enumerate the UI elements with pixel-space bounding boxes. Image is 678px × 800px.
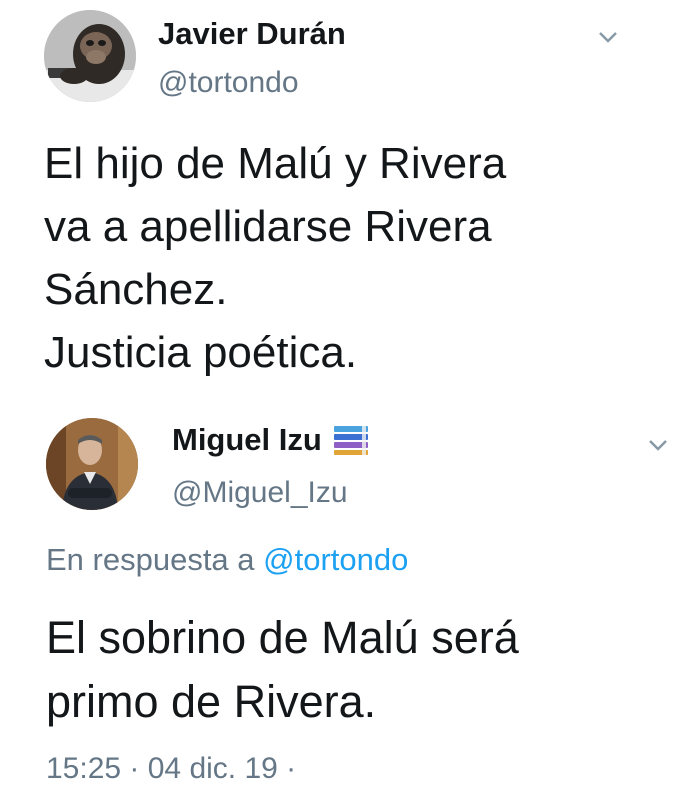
avatar-javier-duran[interactable] bbox=[44, 10, 136, 102]
man-portrait-avatar-icon bbox=[46, 418, 138, 510]
chevron-down-icon[interactable] bbox=[598, 30, 618, 44]
tweet-text: El sobrino de Malú será primo de Rivera. bbox=[46, 606, 519, 734]
reply-prefix: En respuesta a bbox=[46, 542, 255, 577]
author-name[interactable]: Miguel Izu bbox=[172, 422, 370, 458]
author-name[interactable]: Javier Durán bbox=[158, 16, 346, 52]
reply-context: En respuesta a @tortondo bbox=[46, 542, 408, 578]
tweet-text-line: Sánchez. bbox=[44, 265, 228, 314]
tweet-text-line: El sobrino de Malú será bbox=[46, 612, 519, 663]
author-handle[interactable]: @Miguel_Izu bbox=[172, 476, 348, 510]
tweet-text: El hijo de Malú y Rivera va a apellidars… bbox=[44, 132, 506, 384]
tweet-text-line: primo de Rivera. bbox=[46, 676, 377, 727]
author-handle[interactable]: @tortondo bbox=[158, 66, 299, 100]
tweet-timestamp[interactable]: 15:25 · 04 dic. 19 · bbox=[46, 752, 296, 786]
avatar-miguel-izu[interactable] bbox=[46, 418, 138, 510]
chimpanzee-avatar-icon bbox=[44, 10, 136, 102]
tweet-text-line: El hijo de Malú y Rivera bbox=[44, 139, 507, 188]
tweet-reply: Miguel Izu @Miguel_Izu En respuesta a @t… bbox=[0, 400, 678, 800]
reply-mention-link[interactable]: @tortondo bbox=[263, 542, 408, 577]
books-emoji-icon bbox=[333, 426, 368, 455]
author-name-text[interactable]: Miguel Izu bbox=[172, 422, 322, 457]
chevron-down-icon[interactable] bbox=[648, 438, 668, 452]
tweet-text-line: Justicia poética. bbox=[44, 328, 358, 377]
tweet-text-line: va a apellidarse Rivera bbox=[44, 202, 492, 251]
tweet-original: Javier Durán @tortondo El hijo de Malú y… bbox=[0, 0, 678, 400]
